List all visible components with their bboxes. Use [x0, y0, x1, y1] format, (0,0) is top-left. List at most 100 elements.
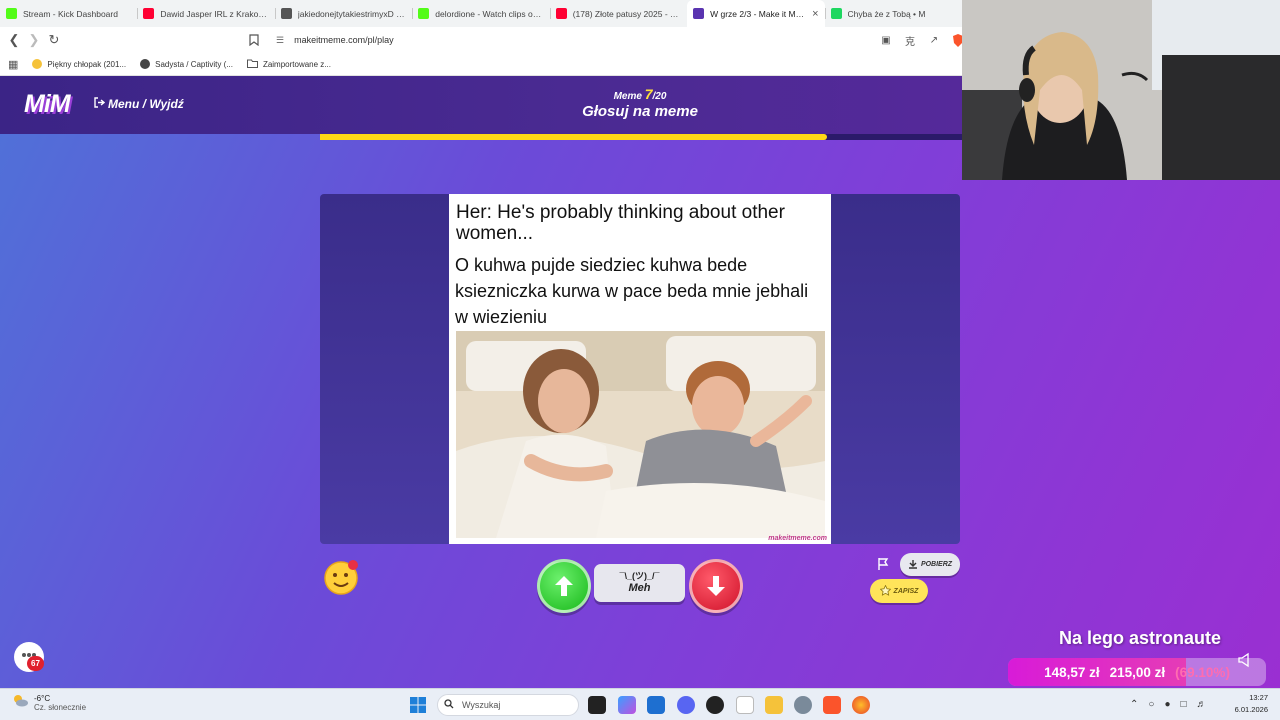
browser-tab[interactable]: delordione - Watch clips on Ki: [412, 0, 549, 27]
kick-icon: [418, 8, 430, 19]
browser-tab[interactable]: Chyba że z Tobą • M: [824, 0, 962, 27]
bookmark-label: Zaimportowane z...: [262, 59, 331, 69]
search-icon: [444, 699, 454, 711]
tab-label: delordione - Watch clips on Ki: [435, 8, 544, 19]
system-tray: ⌃ ○ ● □ ♬: [1130, 699, 1207, 710]
meme-counter: Meme 7/20: [540, 86, 740, 102]
reload-icon[interactable]: ↻: [44, 30, 64, 50]
firefox-taskbar-icon[interactable]: [852, 696, 870, 714]
weather-icon: [12, 693, 28, 712]
browser-tab[interactable]: Stream - Kick Dashboard: [0, 0, 137, 27]
apps-grid-icon[interactable]: ▦: [8, 58, 18, 71]
save-button[interactable]: ZAPISZ: [870, 579, 928, 603]
tab-label: W grze 2/3 - Make it Mem: [710, 8, 807, 19]
mim-icon: [693, 8, 705, 19]
report-flag-icon[interactable]: [876, 557, 890, 571]
menu-exit-label: Menu / Wyjdź: [108, 97, 184, 111]
weather-temp: -6°C: [34, 693, 51, 703]
windows-start-icon[interactable]: [410, 697, 426, 713]
monitor-icon[interactable]: □: [1180, 699, 1186, 710]
obs-taskbar-icon[interactable]: [706, 696, 724, 714]
site-info-icon[interactable]: ☰: [276, 35, 284, 46]
copilot-taskbar-icon[interactable]: [618, 696, 636, 714]
close-tab-icon[interactable]: ×: [812, 8, 818, 20]
download-button[interactable]: POBIERZ: [900, 553, 960, 576]
meme-top-text: Her: He's probably thinking about other …: [456, 202, 785, 244]
upvote-button[interactable]: [537, 559, 591, 613]
donation-goal-bar: 148,57 zł 215,00 zł (69.10%): [1008, 658, 1266, 686]
menu-exit-button[interactable]: Menu / Wyjdź: [94, 97, 184, 111]
donation-goal-text: 148,57 zł 215,00 zł (69.10%): [1008, 658, 1266, 686]
meh-button[interactable]: ¯\_(ツ)_/¯ Meh: [594, 564, 685, 602]
notepad-taskbar-icon[interactable]: [736, 696, 754, 714]
save-label: ZAPISZ: [893, 587, 919, 595]
browser-tab[interactable]: (178) Złote patusy 2025 - YouT: [549, 0, 687, 27]
taskbar-search[interactable]: Wyszukaj: [437, 694, 579, 716]
bookmark-label: Sadysta / Captivity (...: [155, 59, 233, 69]
bookmark-label: Piękny chłopak (201...: [47, 59, 127, 69]
settings-taskbar-icon[interactable]: [794, 696, 812, 714]
search-placeholder: Wyszukaj: [462, 700, 501, 710]
volume-icon[interactable]: ♬: [1197, 699, 1207, 710]
spotify-icon: [830, 8, 842, 19]
bookmark-folder[interactable]: Zaimportowane z...: [246, 59, 331, 70]
meme-caption: O kuhwa pujde siedziec kuhwa bede ksiezn…: [455, 255, 809, 327]
download-label: POBIERZ: [920, 561, 953, 568]
youtube-icon: [555, 8, 567, 19]
discord-taskbar-icon[interactable]: [677, 696, 695, 714]
meh-label: Meh: [628, 582, 651, 594]
install-app-icon[interactable]: ▣: [876, 30, 896, 50]
browser-tab[interactable]: W grze 2/3 - Make it Mem ×: [687, 0, 825, 27]
brave-taskbar-icon[interactable]: [823, 696, 841, 714]
microphone-icon[interactable]: ●: [1164, 699, 1170, 710]
chevron-up-icon[interactable]: ⌃: [1130, 699, 1138, 710]
network-icon[interactable]: ○: [1148, 699, 1154, 710]
clock-date: 6.01.2026: [1234, 705, 1268, 714]
browser-tab[interactable]: Dawid Jasper IRL z Krakowa - S: [137, 0, 274, 27]
file-explorer-taskbar-icon[interactable]: [588, 696, 606, 714]
meme-template-image: [456, 331, 825, 538]
kick-icon: [6, 8, 17, 19]
tab-label: jakiedonejtytakiestrimyxD - Wi: [297, 8, 407, 19]
bookmarks-bar: ▦ Piękny chłopak (201... Sadysta / Capti…: [0, 53, 962, 76]
address-bar[interactable]: ☰ makeitmeme.com/pl/play: [268, 30, 868, 50]
bookmark-icon[interactable]: [244, 30, 264, 50]
arrow-down-icon: [707, 576, 725, 596]
folder-taskbar-icon[interactable]: [765, 696, 783, 714]
bookmark-item-1[interactable]: Piękny chłopak (201...: [32, 59, 126, 69]
weather-desc: Cz. słonecznie: [34, 702, 87, 712]
weather-widget[interactable]: -6°C Cz. słonecznie: [12, 693, 86, 712]
round-progress-track: [320, 134, 962, 140]
webcam-overlay: [962, 0, 1280, 180]
store-taskbar-icon[interactable]: [647, 696, 665, 714]
download-icon: [908, 559, 918, 571]
clock-time: 13:27: [1249, 693, 1268, 702]
tab-label: Chyba że z Tobą • M: [847, 8, 926, 19]
translate-icon[interactable]: 克: [900, 30, 920, 50]
donation-goal-title: Na lego astronaute: [1058, 628, 1222, 648]
emoji-icon: [32, 59, 43, 69]
youtube-icon: [143, 8, 155, 19]
tab-label: Dawid Jasper IRL z Krakowa - S: [160, 8, 269, 19]
donation-target: 215,00 zł: [1109, 664, 1166, 680]
megaphone-icon: [1237, 652, 1253, 668]
game-header: MiM Menu / Wyjdź Meme 7/20 Głosuj na mem…: [0, 76, 962, 134]
bookmark-item-2[interactable]: Sadysta / Captivity (...: [140, 59, 233, 69]
url-text: makeitmeme.com/pl/play: [294, 35, 394, 45]
meme-counter-label: Meme: [613, 91, 642, 102]
windows-taskbar: -6°C Cz. słonecznie Wyszukaj ⌃ ○ ● □ ♬ 1…: [0, 688, 1280, 720]
emoji-reaction-button[interactable]: [323, 558, 361, 596]
round-progress-fill: [320, 134, 828, 140]
mim-logo[interactable]: MiM: [24, 90, 71, 119]
browser-navbar: ❮ ❯ ↻ ☰ makeitmeme.com/pl/play ▣ 克 ↗: [0, 27, 963, 53]
watermark: makeitmeme.com: [768, 535, 827, 542]
browser-actions: ▣ 克 ↗: [876, 30, 968, 50]
downvote-button[interactable]: [689, 559, 743, 613]
taskbar-clock[interactable]: 13:27 6.01.2026: [1230, 692, 1268, 716]
share-icon[interactable]: ↗: [924, 30, 944, 50]
forward-icon[interactable]: ❯: [24, 30, 44, 50]
browser-tab[interactable]: jakiedonejtytakiestrimyxD - Wi: [274, 0, 412, 27]
exit-icon: [94, 97, 106, 111]
shrug-emoticon: ¯\_(ツ)_/¯: [619, 571, 660, 581]
back-icon[interactable]: ❮: [4, 30, 24, 50]
